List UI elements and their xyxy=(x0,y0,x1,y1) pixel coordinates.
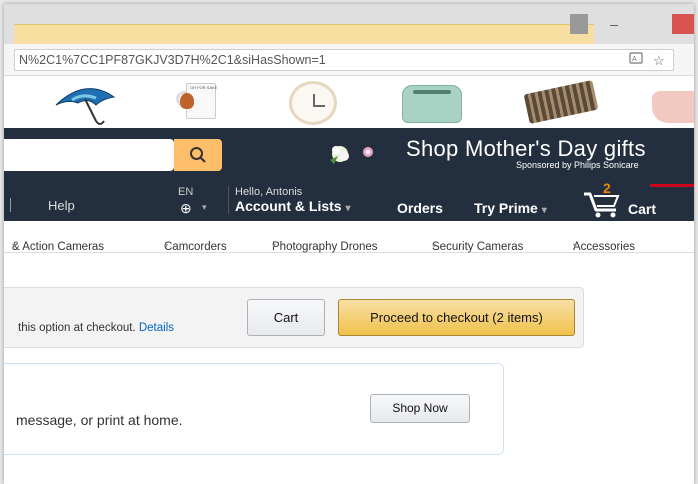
pot-image[interactable] xyxy=(652,91,694,123)
address-row: N%2C1%7CC1PF87GKJV3D7H%2C1&siHasShown=1 … xyxy=(4,44,694,76)
tab-strip[interactable] xyxy=(14,24,594,44)
mug-image[interactable]: OH FOR SAKE xyxy=(172,81,222,125)
subnav: & Action Cameras ▾ Camcorders ▾ Photogra… xyxy=(4,221,694,253)
gift-message: message, or print at home. xyxy=(16,412,183,428)
umbrella-image[interactable] xyxy=(52,83,118,132)
language-code[interactable]: EN xyxy=(178,186,193,198)
cart-link[interactable]: Cart xyxy=(628,201,656,217)
nav-help[interactable]: Help xyxy=(48,198,75,213)
screenshot: – N%2C1%7CC1PF87GKJV3D7H%2C1&siHasShown=… xyxy=(4,4,694,484)
mug-text: OH FOR SAKE xyxy=(190,85,218,90)
cart-summary-box: this option at checkout. Details Cart Pr… xyxy=(4,287,584,348)
details-link[interactable]: Details xyxy=(139,322,174,334)
checkout-option-message: this option at checkout. Details xyxy=(18,322,174,334)
maximize-button[interactable] xyxy=(636,14,650,34)
chevron-down-icon[interactable]: ▾ xyxy=(345,203,350,214)
account-lists-menu[interactable]: Account & Lists ▾ xyxy=(235,198,351,214)
gift-promo-box: message, or print at home. Shop Now xyxy=(4,363,504,455)
window-titlebar: – xyxy=(4,4,694,44)
star-icon[interactable]: ☆ xyxy=(653,51,665,70)
clock-image[interactable] xyxy=(289,81,337,125)
search-input[interactable] xyxy=(4,139,174,171)
try-prime-label[interactable]: Try Prime xyxy=(474,200,538,216)
keyboard-image[interactable] xyxy=(523,80,599,124)
translate-icon[interactable]: A xyxy=(629,51,643,70)
promo-title[interactable]: Shop Mother's Day gifts xyxy=(406,136,646,162)
nav-bar: Help EN ⊕ ▾ Hello, Antonis Account & Lis… xyxy=(4,172,694,221)
nav-separator xyxy=(228,186,229,214)
toaster-image[interactable] xyxy=(402,85,462,123)
search-button[interactable] xyxy=(174,139,222,171)
proceed-to-checkout-button[interactable]: Proceed to checkout (2 items) xyxy=(338,299,575,336)
url-text[interactable]: N%2C1%7CC1PF87GKJV3D7H%2C1&siHasShown=1 xyxy=(19,50,326,70)
minimize-button[interactable] xyxy=(570,14,588,34)
shop-now-button[interactable]: Shop Now xyxy=(370,394,470,423)
close-button[interactable] xyxy=(672,14,694,34)
greeting[interactable]: Hello, Antonis xyxy=(235,186,302,198)
try-prime-menu[interactable]: Try Prime ▾ xyxy=(474,200,547,216)
flowers-icon xyxy=(330,146,373,164)
globe-icon[interactable]: ⊕ xyxy=(180,200,192,217)
promo-sponsor: Sponsored by Philips Sonicare xyxy=(516,160,639,170)
annotation-line xyxy=(650,184,694,187)
chevron-down-icon[interactable]: ▾ xyxy=(542,205,547,216)
orders-link[interactable]: Orders xyxy=(397,200,443,216)
svg-text:A: A xyxy=(632,56,637,63)
address-bar[interactable]: N%2C1%7CC1PF87GKJV3D7H%2C1&siHasShown=1 … xyxy=(14,49,674,71)
site-header: Shop Mother's Day gifts Sponsored by Phi… xyxy=(4,128,694,172)
account-lists-label[interactable]: Account & Lists xyxy=(235,198,342,214)
window-control[interactable]: – xyxy=(608,14,620,34)
cart-icon[interactable] xyxy=(582,186,620,218)
product-banner[interactable]: OH FOR SAKE xyxy=(4,77,694,129)
search-icon xyxy=(190,147,206,163)
chevron-down-icon[interactable]: ▾ xyxy=(202,202,207,213)
nav-divider xyxy=(10,198,11,212)
cart-button[interactable]: Cart xyxy=(247,299,325,336)
cart-count[interactable]: 2 xyxy=(603,180,611,196)
